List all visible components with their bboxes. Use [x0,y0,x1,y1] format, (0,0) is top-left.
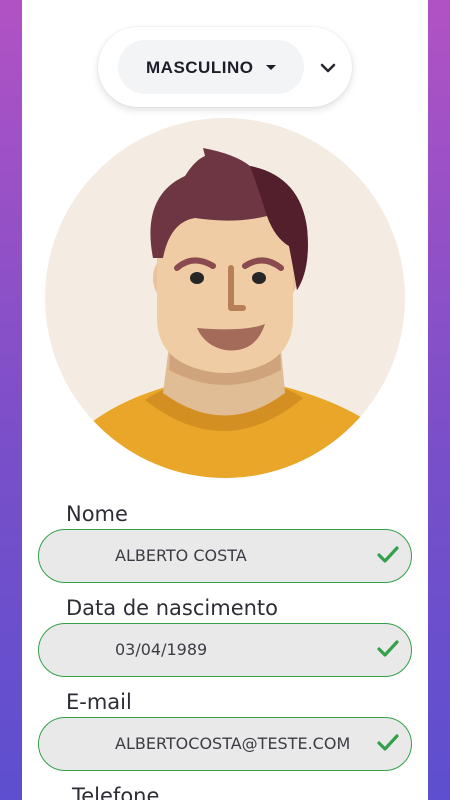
email-field[interactable]: ALBERTOCOSTA@TESTE.COM [38,717,412,771]
male-avatar-illustration [45,148,405,478]
phone-label: Telefone [72,784,160,800]
caret-down-icon [266,65,276,70]
name-label: Nome [66,502,128,526]
chevron-down-icon[interactable] [320,61,336,79]
birthdate-field[interactable]: 03/04/1989 [38,623,412,677]
gender-dropdown[interactable]: MASCULINO [118,40,304,94]
gender-selector[interactable]: MASCULINO [98,27,352,107]
name-value: ALBERTO COSTA [115,546,247,565]
email-label: E-mail [66,690,132,714]
name-field[interactable]: ALBERTO COSTA [38,529,412,583]
email-value: ALBERTOCOSTA@TESTE.COM [115,734,351,753]
avatar[interactable] [45,118,405,478]
birthdate-label: Data de nascimento [66,596,279,620]
check-icon [377,545,399,570]
check-icon [377,639,399,664]
birthdate-value: 03/04/1989 [115,640,208,659]
profile-form-card: MASCULINO Nome ALBERTO COSTA Data de nas… [22,0,428,800]
check-icon [377,733,399,758]
gender-selected-value: MASCULINO [146,58,254,77]
